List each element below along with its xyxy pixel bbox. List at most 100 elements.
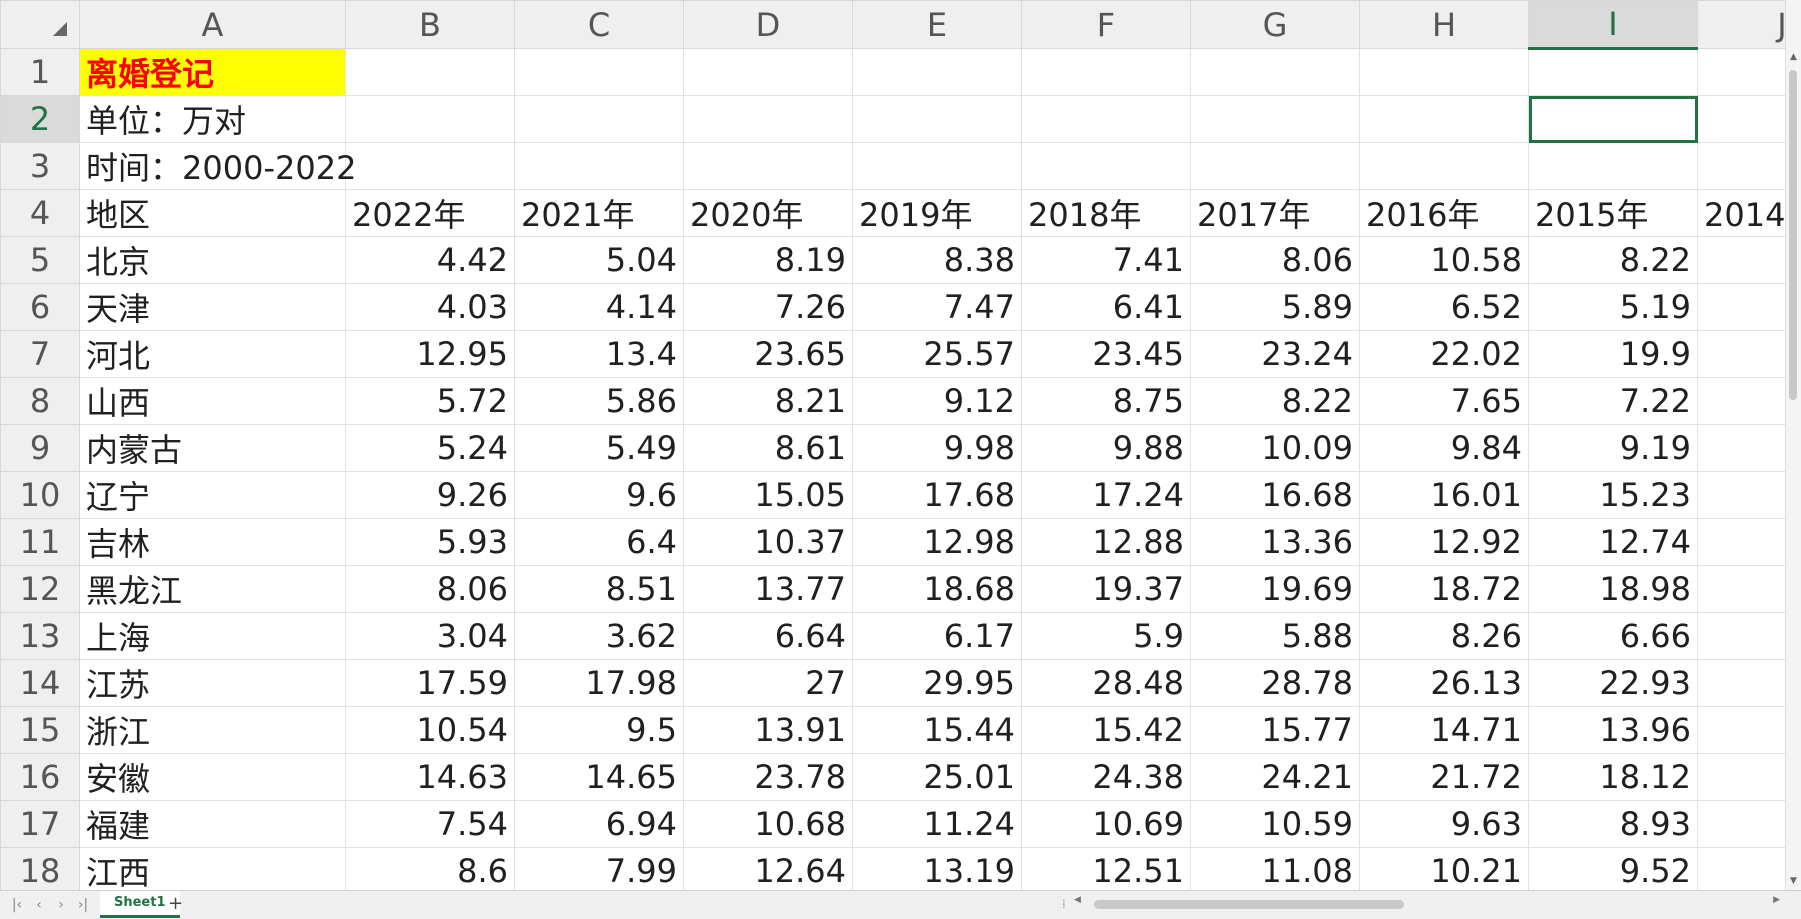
- value-cell[interactable]: 6.64: [683, 612, 853, 660]
- value-cell[interactable]: 10.58: [1359, 236, 1529, 284]
- value-cell[interactable]: 12.64: [683, 847, 853, 890]
- value-cell[interactable]: 29.95: [852, 659, 1022, 707]
- value-cell[interactable]: 6.17: [852, 612, 1022, 660]
- column-header-I[interactable]: I: [1528, 0, 1698, 50]
- cell[interactable]: [1697, 283, 1786, 331]
- value-cell[interactable]: 15.42: [1021, 706, 1191, 754]
- value-cell[interactable]: 24.21: [1190, 753, 1360, 801]
- value-cell[interactable]: 24.38: [1021, 753, 1191, 801]
- value-cell[interactable]: 8.61: [683, 424, 853, 472]
- row-header[interactable]: 13: [0, 612, 80, 660]
- cell-table[interactable]: A B C D E F G H I J 1 离婚登记 2 单位：万对 3 时间：…: [0, 0, 1786, 890]
- value-cell[interactable]: 26.13: [1359, 659, 1529, 707]
- value-cell[interactable]: 18.98: [1528, 565, 1698, 613]
- value-cell[interactable]: 9.12: [852, 377, 1022, 425]
- value-cell[interactable]: 8.51: [514, 565, 684, 613]
- value-cell[interactable]: 9.26: [345, 471, 515, 519]
- region-cell[interactable]: 吉林: [79, 518, 346, 566]
- next-sheet-icon[interactable]: ›: [52, 896, 70, 914]
- cell[interactable]: [1190, 95, 1360, 143]
- cell[interactable]: [1697, 377, 1786, 425]
- row-header[interactable]: 6: [0, 283, 80, 331]
- add-sheet-button[interactable]: +: [168, 893, 183, 914]
- cell[interactable]: [1697, 565, 1786, 613]
- value-cell[interactable]: 7.65: [1359, 377, 1529, 425]
- cell[interactable]: [514, 142, 684, 190]
- column-header-J[interactable]: J: [1697, 0, 1786, 49]
- header-cell-year[interactable]: 2015年: [1528, 189, 1698, 237]
- value-cell[interactable]: 9.63: [1359, 800, 1529, 848]
- value-cell[interactable]: 22.02: [1359, 330, 1529, 378]
- value-cell[interactable]: 13.91: [683, 706, 853, 754]
- cell[interactable]: [852, 142, 1022, 190]
- cell[interactable]: [683, 48, 853, 96]
- value-cell[interactable]: 4.42: [345, 236, 515, 284]
- value-cell[interactable]: 8.19: [683, 236, 853, 284]
- value-cell[interactable]: 28.78: [1190, 659, 1360, 707]
- value-cell[interactable]: 13.36: [1190, 518, 1360, 566]
- value-cell[interactable]: 6.94: [514, 800, 684, 848]
- value-cell[interactable]: 13.77: [683, 565, 853, 613]
- column-header-C[interactable]: C: [514, 0, 684, 49]
- cell-A3-period[interactable]: 时间：2000-2022: [79, 142, 356, 190]
- value-cell[interactable]: 10.09: [1190, 424, 1360, 472]
- value-cell[interactable]: 9.98: [852, 424, 1022, 472]
- region-cell[interactable]: 福建: [79, 800, 346, 848]
- cell[interactable]: [1697, 800, 1786, 848]
- value-cell[interactable]: 5.93: [345, 518, 515, 566]
- row-header[interactable]: 7: [0, 330, 80, 378]
- column-header-B[interactable]: B: [345, 0, 515, 49]
- cell[interactable]: [1190, 142, 1360, 190]
- value-cell[interactable]: 12.92: [1359, 518, 1529, 566]
- select-all-corner[interactable]: [0, 0, 80, 49]
- region-cell[interactable]: 上海: [79, 612, 346, 660]
- spreadsheet-grid[interactable]: A B C D E F G H I J 1 离婚登记 2 单位：万对 3 时间：…: [0, 0, 1786, 890]
- cell[interactable]: [1697, 659, 1786, 707]
- vertical-scrollbar[interactable]: ▲ ▼: [1785, 0, 1801, 890]
- cell[interactable]: [683, 142, 853, 190]
- prev-sheet-icon[interactable]: ‹: [30, 896, 48, 914]
- scroll-down-icon[interactable]: ▼: [1786, 874, 1801, 888]
- cell[interactable]: [1697, 471, 1786, 519]
- value-cell[interactable]: 19.9: [1528, 330, 1698, 378]
- value-cell[interactable]: 25.01: [852, 753, 1022, 801]
- value-cell[interactable]: 9.84: [1359, 424, 1529, 472]
- row-header[interactable]: 8: [0, 377, 80, 425]
- value-cell[interactable]: 21.72: [1359, 753, 1529, 801]
- row-header[interactable]: 1: [0, 48, 80, 96]
- value-cell[interactable]: 23.45: [1021, 330, 1191, 378]
- first-sheet-icon[interactable]: |‹: [8, 896, 26, 914]
- header-cell-year[interactable]: 2016年: [1359, 189, 1529, 237]
- region-cell[interactable]: 北京: [79, 236, 346, 284]
- value-cell[interactable]: 8.22: [1190, 377, 1360, 425]
- cell[interactable]: [345, 48, 515, 96]
- region-cell[interactable]: 内蒙古: [79, 424, 346, 472]
- cell[interactable]: [1697, 236, 1786, 284]
- value-cell[interactable]: 25.57: [852, 330, 1022, 378]
- value-cell[interactable]: 6.52: [1359, 283, 1529, 331]
- row-header[interactable]: 16: [0, 753, 80, 801]
- value-cell[interactable]: 10.21: [1359, 847, 1529, 890]
- cell[interactable]: [1697, 142, 1786, 190]
- row-header[interactable]: 2: [0, 95, 80, 143]
- value-cell[interactable]: 10.68: [683, 800, 853, 848]
- header-cell-year[interactable]: 2021年: [514, 189, 684, 237]
- value-cell[interactable]: 5.88: [1190, 612, 1360, 660]
- column-header-F[interactable]: F: [1021, 0, 1191, 49]
- cell[interactable]: [1697, 612, 1786, 660]
- value-cell[interactable]: 8.6: [345, 847, 515, 890]
- value-cell[interactable]: 8.21: [683, 377, 853, 425]
- column-header-E[interactable]: E: [852, 0, 1022, 49]
- scroll-up-icon[interactable]: ▲: [1786, 50, 1801, 64]
- value-cell[interactable]: 7.41: [1021, 236, 1191, 284]
- region-cell[interactable]: 浙江: [79, 706, 346, 754]
- value-cell[interactable]: 15.05: [683, 471, 853, 519]
- value-cell[interactable]: 6.4: [514, 518, 684, 566]
- value-cell[interactable]: 4.14: [514, 283, 684, 331]
- value-cell[interactable]: 4.03: [345, 283, 515, 331]
- value-cell[interactable]: 17.98: [514, 659, 684, 707]
- scroll-right-icon[interactable]: ▶: [1773, 895, 1780, 905]
- value-cell[interactable]: 12.88: [1021, 518, 1191, 566]
- value-cell[interactable]: 12.74: [1528, 518, 1698, 566]
- cell-A2-unit[interactable]: 单位：万对: [79, 95, 346, 143]
